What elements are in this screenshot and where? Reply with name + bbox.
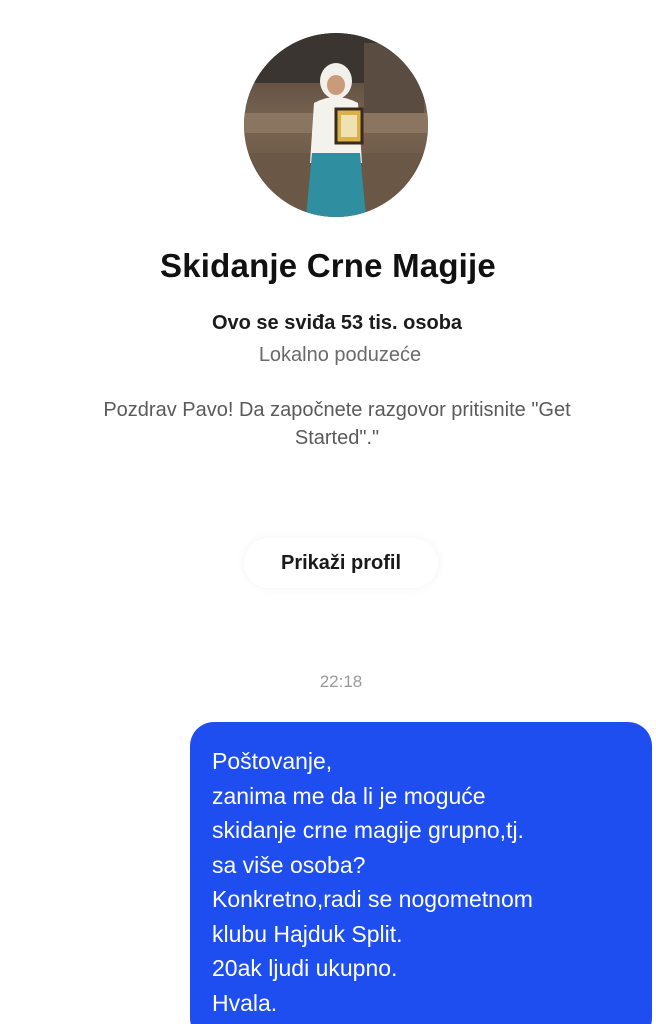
greeting-line: Started".": [294, 427, 380, 449]
message-line: Poštovanje,: [212, 748, 333, 774]
sent-message-bubble[interactable]: Poštovanje, zanima me da li je moguće sk…: [190, 722, 652, 1024]
message-line: Hvala.: [212, 989, 278, 1016]
message-timestamp: 22:18: [319, 672, 363, 691]
greeting-text: Pozdrav Pavo! Da započnete razgovor prit…: [30, 396, 644, 452]
greeting-line: Pozdrav Pavo! Da započnete razgovor prit…: [103, 399, 571, 421]
avatar-photo: [244, 33, 428, 217]
message-line: sa više osoba?: [212, 851, 366, 878]
message-line: zanima me da li je moguće: [212, 782, 486, 809]
message-line: 20ak ljudi ukupno.: [212, 955, 398, 981]
message-line: Konkretno,radi se nogometnom: [212, 886, 533, 912]
view-profile-button[interactable]: Prikaži profil: [244, 538, 438, 588]
messenger-chat-screen: Skidanje Crne Magije Ovo se sviđa 53 tis…: [0, 0, 656, 1024]
avatar[interactable]: [244, 33, 428, 217]
page-category: Lokalno poduzeće: [258, 344, 422, 366]
message-line: skidanje crne magije grupno,tj.: [212, 817, 524, 843]
likes-count: Ovo se sviđa 53 tis. osoba: [211, 312, 463, 334]
page-title: Skidanje Crne Magije: [160, 247, 496, 284]
message-line: klubu Hajduk Split.: [212, 920, 403, 947]
